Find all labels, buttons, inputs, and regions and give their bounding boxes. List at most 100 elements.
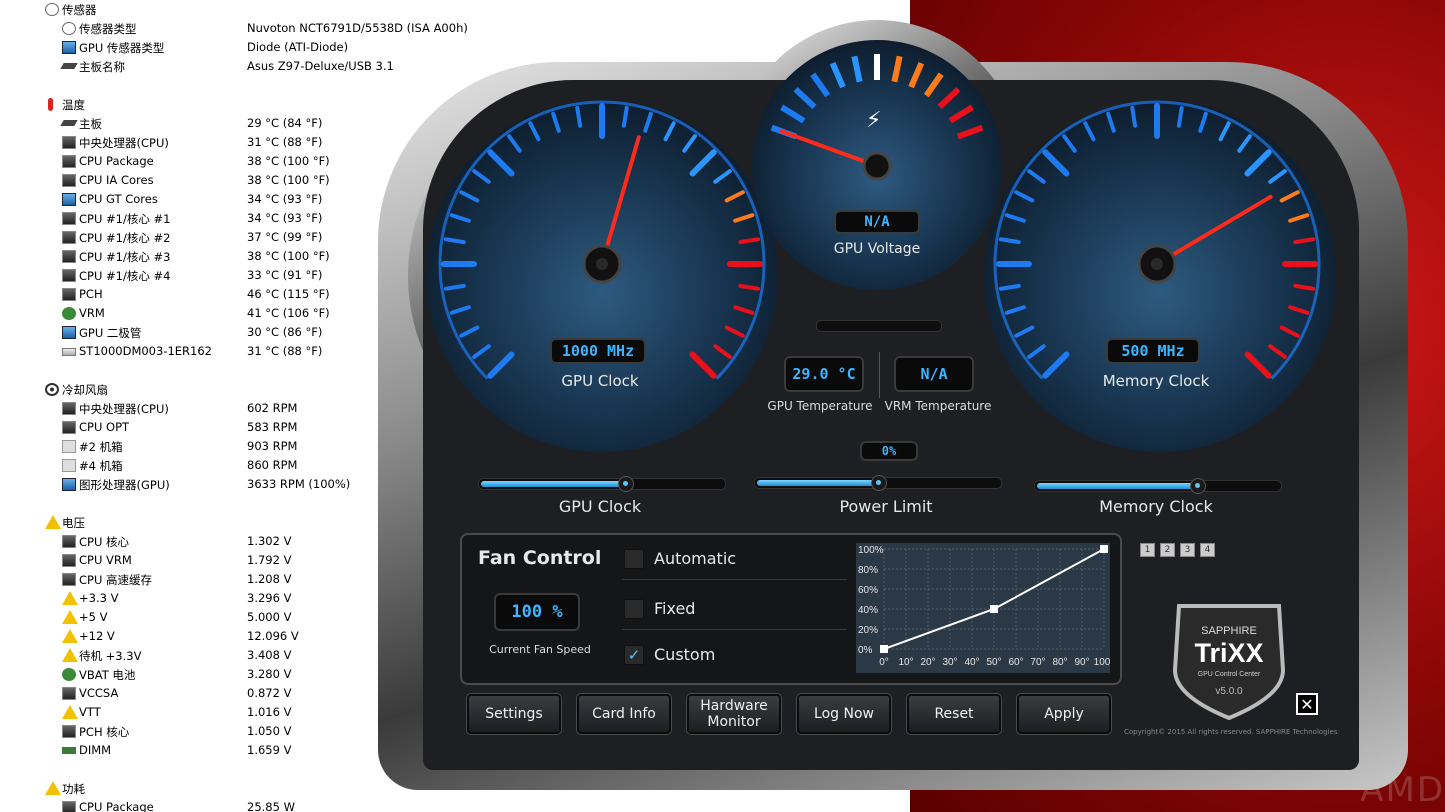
- fixed-option[interactable]: Fixed: [622, 589, 847, 630]
- sensor-value: 5.000 V: [247, 610, 292, 624]
- sensor-label: CPU Package: [79, 154, 154, 168]
- memory-clock-gauge-tick: [1106, 111, 1116, 133]
- memory-clock-gauge-tick: [1279, 190, 1300, 203]
- fixed-checkbox[interactable]: [624, 599, 644, 619]
- sensor-value: 3.408 V: [247, 648, 292, 662]
- fan-curve-x-tick: 70°: [1030, 657, 1045, 668]
- chip-icon: [62, 269, 76, 282]
- power-limit-slider-knob[interactable]: [871, 475, 887, 491]
- memory-clock-slider-knob[interactable]: [1190, 478, 1206, 494]
- sensor-value: Asus Z97-Deluxe/USB 3.1: [247, 59, 394, 73]
- memory-clock-slider[interactable]: [1034, 478, 1282, 494]
- section-title: 传感器: [62, 3, 97, 17]
- hardware-monitor-button[interactable]: Hardware Monitor: [686, 693, 782, 735]
- power-limit-slider[interactable]: [754, 475, 1002, 491]
- profile-button-3[interactable]: 3: [1180, 543, 1195, 557]
- log-now-button[interactable]: Log Now: [796, 693, 892, 735]
- fan-curve-point[interactable]: [1100, 545, 1108, 553]
- sensor-label: CPU #1/核心 #3: [79, 250, 171, 264]
- gpu-clock-gauge-tick: [449, 305, 471, 315]
- fan-curve-point[interactable]: [990, 605, 998, 613]
- gpu-clock-gauge-tick: [689, 149, 717, 177]
- monitor-icon: [62, 41, 76, 54]
- close-button[interactable]: ✕: [1296, 693, 1318, 715]
- reset-button[interactable]: Reset: [906, 693, 1002, 735]
- memory-clock-gauge-tick: [1279, 325, 1300, 338]
- gpu-clock-gauge-label: GPU Clock: [561, 372, 639, 390]
- gpu-clock-gauge-tick: [663, 121, 676, 142]
- gpu-clock-gauge-tick: [472, 344, 491, 359]
- warning-icon: [62, 705, 78, 719]
- case-icon: [62, 440, 76, 453]
- badge-brand: SAPPHIRE: [1201, 625, 1257, 637]
- gpu-clock-gauge-tick: [689, 351, 717, 379]
- sensor-value: 33 °C (91 °F): [247, 268, 323, 282]
- gpu-clock-gauge-tick: [459, 325, 480, 338]
- gpu-clock-gauge-tick: [449, 213, 471, 223]
- section-title: 电压: [62, 516, 85, 530]
- sensor-label: #4 机箱: [79, 459, 123, 473]
- automatic-option[interactable]: Automatic: [622, 539, 847, 580]
- monitor-icon: [62, 326, 76, 339]
- sensor-value: 30 °C (86 °F): [247, 325, 323, 339]
- fixed-label: Fixed: [654, 599, 696, 618]
- memory-clock-gauge-tick: [1004, 305, 1026, 315]
- sensor-label: CPU Package: [79, 800, 154, 812]
- sensor-label: CPU #1/核心 #1: [79, 212, 171, 226]
- warning-icon: [45, 781, 61, 795]
- fan-curve-x-tick: 10°: [898, 657, 913, 668]
- voltage-gauge-tick: [908, 61, 925, 89]
- memory-clock-gauge-tick: [1042, 149, 1070, 177]
- custom-checkbox[interactable]: ✓: [624, 645, 644, 665]
- lightning-icon: ⚡: [866, 108, 882, 133]
- fan-curve-chart[interactable]: 100% 80% 60% 40% 20% 0% 0° 10° 20° 30° 40° 50° 60° 70…: [856, 543, 1110, 673]
- chip-icon: [62, 402, 76, 415]
- gpu-clock-slider-knob[interactable]: [618, 476, 634, 492]
- memory-clock-gauge-tick: [1004, 213, 1026, 223]
- chip-icon: [62, 212, 76, 225]
- memory-clock-gauge-tick: [1288, 305, 1310, 315]
- automatic-checkbox[interactable]: [624, 549, 644, 569]
- memory-clock-gauge-tick: [1130, 105, 1138, 128]
- fan-curve-background: [856, 543, 1110, 673]
- fan-curve-y-tick: 80%: [858, 565, 878, 576]
- sensor-value: 1.016 V: [247, 705, 292, 719]
- settings-button[interactable]: Settings: [466, 693, 562, 735]
- sensor-value: 3.280 V: [247, 667, 292, 681]
- gpu-clock-gauge-tick: [487, 351, 515, 379]
- chip-icon: [62, 288, 76, 301]
- voltage-gauge-tick: [829, 61, 846, 89]
- voltage-gauge-hub: [862, 151, 892, 181]
- motherboard-icon: [60, 63, 78, 69]
- gpu-clock-gauge-tick: [724, 325, 745, 338]
- gpu-clock-slider[interactable]: [478, 476, 726, 492]
- warning-icon: [45, 515, 61, 529]
- memory-clock-gauge-tick: [998, 283, 1021, 291]
- sensor-label: #2 机箱: [79, 440, 123, 454]
- memory-clock-gauge-tick: [1244, 149, 1272, 177]
- memory-clock-gauge-tick: [1014, 325, 1035, 338]
- apply-button[interactable]: Apply: [1016, 693, 1112, 735]
- memory-clock-gauge-tick: [1198, 111, 1208, 133]
- fan-curve-y-tick: 40%: [858, 605, 878, 616]
- fan-curve-y-tick: 0%: [858, 645, 873, 656]
- profile-button-4[interactable]: 4: [1200, 543, 1215, 557]
- custom-option[interactable]: ✓ Custom: [622, 635, 847, 675]
- profile-button-2[interactable]: 2: [1160, 543, 1175, 557]
- card-info-button[interactable]: Card Info: [576, 693, 672, 735]
- fan-curve-point[interactable]: [880, 645, 888, 653]
- memory-clock-gauge-tick: [1218, 121, 1231, 142]
- sensor-label: 主板名称: [79, 60, 125, 74]
- chip-icon: [62, 250, 76, 263]
- sensor-value: 38 °C (100 °F): [247, 249, 330, 263]
- profile-button-1[interactable]: 1: [1140, 543, 1155, 557]
- fan-curve-y-tick: 100%: [858, 545, 884, 556]
- sensor-label: CPU 高速缓存: [79, 573, 153, 587]
- thermometer-icon: [48, 98, 53, 111]
- sensor-row[interactable]: CPU Package 25.85 W: [0, 798, 900, 812]
- voltage-gauge-tick: [891, 55, 903, 83]
- chip-icon: [62, 231, 76, 244]
- sensor-label: VBAT 电池: [79, 668, 136, 682]
- memory-clock-gauge-label: Memory Clock: [1102, 372, 1210, 390]
- sensor-label: CPU IA Cores: [79, 173, 154, 187]
